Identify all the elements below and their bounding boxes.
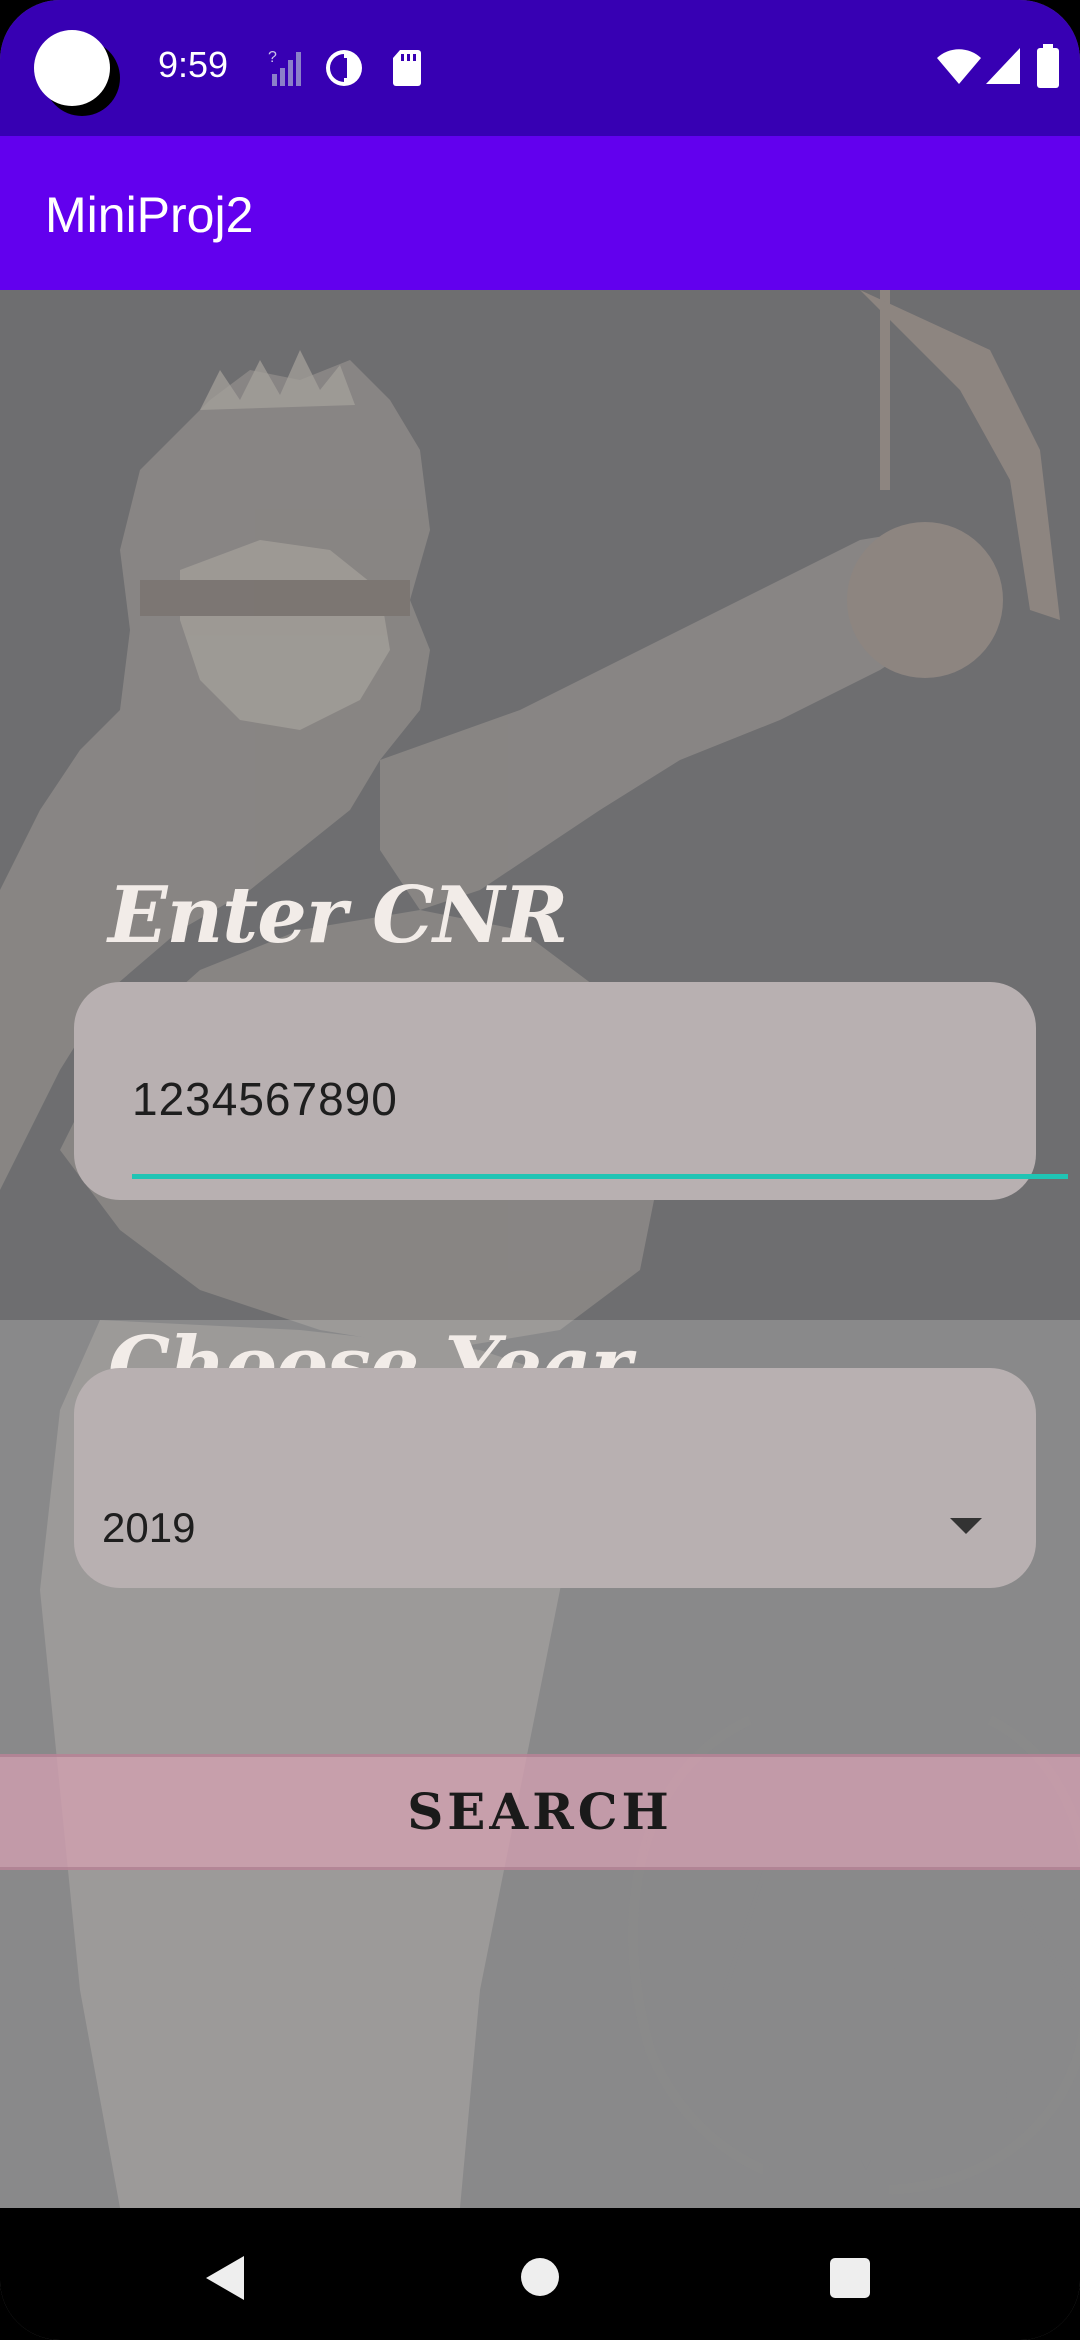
status-time: 9:59 (158, 44, 229, 85)
search-button-label: SEARCH (407, 1782, 673, 1841)
status-bar: 9:59 ? (0, 0, 1080, 136)
phone-screen: 9:59 ? MiniProj2 Enter CNR 1234567890 Ch… (0, 0, 1080, 2340)
cnr-input[interactable]: 1234567890 (132, 1072, 398, 1126)
no-sim-signal-icon: ? (268, 49, 301, 86)
navigation-bar (0, 2208, 1080, 2340)
back-icon[interactable] (206, 2256, 244, 2300)
sd-card-icon (393, 50, 421, 86)
data-saver-icon (326, 50, 362, 86)
camera-cutout (34, 30, 110, 106)
year-dropdown[interactable] (74, 1368, 1036, 1588)
year-selected-value[interactable]: 2019 (102, 1504, 195, 1552)
battery-icon (1037, 44, 1059, 88)
svg-text:?: ? (268, 49, 277, 66)
home-icon[interactable] (521, 2258, 559, 2296)
cell-signal-icon (986, 48, 1020, 84)
search-button[interactable]: SEARCH (0, 1754, 1080, 1870)
wifi-icon (937, 49, 981, 84)
cnr-input-underline (132, 1174, 1068, 1179)
recents-icon[interactable] (830, 2258, 870, 2298)
app-bar: MiniProj2 (0, 136, 1080, 290)
app-title: MiniProj2 (45, 187, 254, 243)
cnr-label: Enter CNR (108, 870, 568, 961)
main-content: Enter CNR 1234567890 Choose Year 2019 SE… (0, 290, 1080, 2208)
chevron-down-icon[interactable] (950, 1518, 982, 1534)
